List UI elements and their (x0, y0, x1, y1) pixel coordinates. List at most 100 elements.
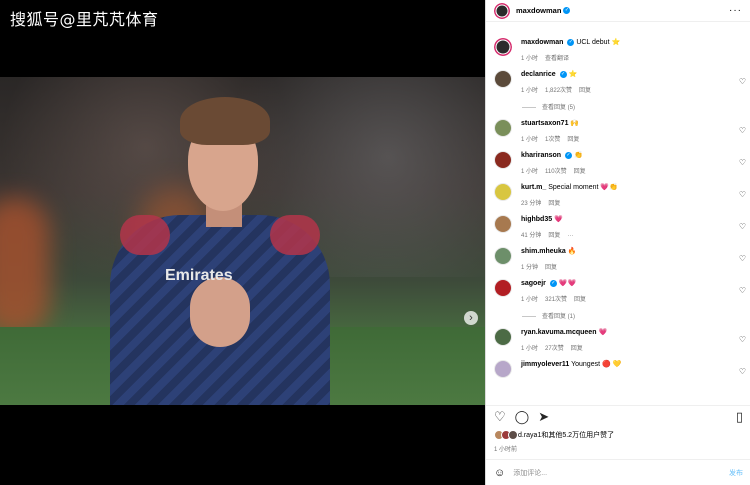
comments-list[interactable]: maxdowman ✓ UCL debut ⭐ 1 小时 查看翻译 declanr… (486, 32, 750, 399)
caption: maxdowman ✓ UCL debut ⭐ 1 小时 查看翻译 (486, 38, 750, 62)
add-comment-bar: ☺ 添加评论... 发布 (486, 459, 750, 485)
view-replies-link[interactable]: 查看回复 (1) (486, 311, 750, 320)
reply-link[interactable]: 回复 (574, 297, 586, 303)
likes-text: d.raya1和其他5.2万位用户赞了 (518, 432, 615, 439)
reply-link[interactable]: 回复 (579, 88, 591, 94)
more-options-icon[interactable]: ··· (729, 5, 742, 16)
comment-time: 1 小时 (521, 137, 539, 143)
comment-likes[interactable]: 1次赞 (545, 137, 560, 143)
comment-text: 💗 (554, 216, 563, 223)
verified-badge-icon: ✓ (567, 38, 575, 46)
comment-username[interactable]: kurt.m_ (521, 184, 546, 191)
comment-input[interactable]: 添加评论... (513, 468, 729, 478)
jersey-sponsor: Emirates (165, 267, 233, 284)
chevron-right-icon[interactable]: › (464, 311, 478, 325)
comment-text: 💗 (598, 329, 608, 336)
comment-username[interactable]: shim.mheuka (521, 248, 566, 255)
comment-text: Youngest 🔴 💛 (571, 361, 622, 368)
comment-item: khariranson ✓ 👏 1 小时 110次赞 回复 ♡ (486, 151, 750, 175)
comment-username[interactable]: stuartsaxon71 (521, 120, 568, 127)
emoji-smile-icon[interactable]: ☺ (494, 467, 505, 479)
comment-likes[interactable]: 27次赞 (545, 346, 564, 352)
verified-badge-icon: ✓ (565, 151, 573, 159)
comment-text: 🔥 (567, 248, 577, 255)
player-hands (190, 277, 250, 347)
shirt-shoulder-stripe (270, 215, 320, 255)
translate-link[interactable]: 查看翻译 (545, 56, 569, 62)
avatar[interactable] (494, 151, 512, 169)
bookmark-icon[interactable]: ▯ (736, 409, 743, 425)
avatar[interactable] (494, 247, 512, 265)
avatar[interactable] (494, 360, 512, 378)
verified-badge-icon: ✓ (549, 279, 557, 287)
heart-outline-icon[interactable]: ♡ (739, 254, 746, 263)
comment-item: ryan.kavuma.mcqueen 💗 1 小时 27次赞 回复 ♡ (486, 328, 750, 352)
heart-outline-icon[interactable]: ♡ (739, 286, 746, 295)
comment-icon[interactable]: ◯ (515, 409, 530, 425)
avatar[interactable] (494, 279, 512, 297)
heart-outline-icon[interactable]: ♡ (739, 126, 746, 135)
avatar[interactable] (494, 2, 510, 19)
avatar[interactable] (494, 183, 512, 201)
avatar[interactable] (494, 119, 512, 137)
heart-outline-icon[interactable]: ♡ (739, 190, 746, 199)
comment-item: declanrice ✓ ⭐ 1 小时 1,822次赞 回复 ♡ (486, 70, 750, 94)
posted-time: 1 小时前 (494, 447, 518, 453)
post-side-panel: maxdowman ✓ ··· maxdowman ✓ UCL debut ⭐ … (485, 0, 750, 485)
comment-time: 1 分钟 (521, 265, 539, 271)
header-username[interactable]: maxdowman (516, 6, 561, 15)
heart-outline-icon[interactable]: ♡ (739, 158, 746, 167)
comment-likes[interactable]: 1,822次赞 (545, 88, 572, 94)
reply-link[interactable]: 回复 (545, 265, 557, 271)
reply-link[interactable]: 回复 (548, 201, 560, 207)
heart-outline-icon[interactable]: ♡ (739, 77, 746, 86)
reply-link[interactable]: 回复 (548, 233, 560, 239)
avatar[interactable] (494, 215, 512, 233)
comment-username[interactable]: sagoejr (521, 280, 546, 287)
heart-outline-icon[interactable]: ♡ (739, 367, 746, 376)
shirt-shoulder-stripe (120, 215, 170, 255)
comment-text: 💗💗 (558, 280, 577, 287)
comment-username[interactable]: highbd35 (521, 216, 552, 223)
heart-outline-icon[interactable]: ♡ (739, 335, 746, 344)
view-replies-link[interactable]: 查看回复 (5) (486, 102, 750, 111)
background-figure (0, 197, 50, 337)
comment-likes[interactable]: 321次赞 (545, 297, 567, 303)
comment-text: 👏 (573, 152, 583, 159)
post-header: maxdowman ✓ ··· (486, 0, 750, 22)
comment-username[interactable]: declanrice (521, 71, 556, 78)
caption-username[interactable]: maxdowman (521, 39, 563, 46)
comment-time: 1 小时 (521, 88, 539, 94)
player-hair (180, 97, 270, 145)
comment-username[interactable]: khariranson (521, 152, 561, 159)
comment-username[interactable]: jimmyolever11 (521, 361, 569, 368)
heart-outline-icon[interactable]: ♡ (494, 409, 506, 425)
comment-time: 41 分钟 (521, 233, 542, 239)
comment-item: jimmyolever11 Youngest 🔴 💛 ♡ (486, 360, 750, 378)
comment-likes[interactable]: 110次赞 (545, 169, 567, 175)
post-button[interactable]: 发布 (729, 468, 743, 478)
caption-text: UCL debut (576, 39, 610, 46)
likes-summary[interactable]: d.raya1和其他5.2万位用户赞了 (494, 430, 614, 440)
reply-link[interactable]: 回复 (567, 137, 579, 143)
reply-link[interactable]: 回复 (574, 169, 586, 175)
liker-avatars (494, 430, 518, 440)
avatar[interactable] (494, 328, 512, 346)
post-media-pane: Emirates › 搜狐号@里芃芃体育 (0, 0, 485, 485)
comment-more-icon[interactable]: ··· (567, 233, 573, 239)
comment-item: sagoejr ✓ 💗💗 1 小时 321次赞 回复 ♡ (486, 279, 750, 303)
comment-time: 1 小时 (521, 297, 539, 303)
comment-username[interactable]: ryan.kavuma.mcqueen (521, 329, 596, 336)
caption-time: 1 小时 (521, 56, 539, 62)
avatar[interactable] (494, 70, 512, 88)
verified-badge-icon: ✓ (559, 70, 567, 78)
comment-item: highbd35 💗 41 分钟 回复 ··· ♡ (486, 215, 750, 239)
heart-outline-icon[interactable]: ♡ (739, 222, 746, 231)
comment-item: stuartsaxon71 🙌 1 小时 1次赞 回复 ♡ (486, 119, 750, 143)
comment-text: 🙌 (570, 120, 580, 127)
reply-link[interactable]: 回复 (571, 346, 583, 352)
comment-text: ⭐ (568, 71, 578, 78)
avatar[interactable] (494, 38, 512, 56)
send-icon[interactable]: ➤ (538, 409, 549, 425)
post-photo[interactable]: Emirates › (0, 77, 485, 405)
